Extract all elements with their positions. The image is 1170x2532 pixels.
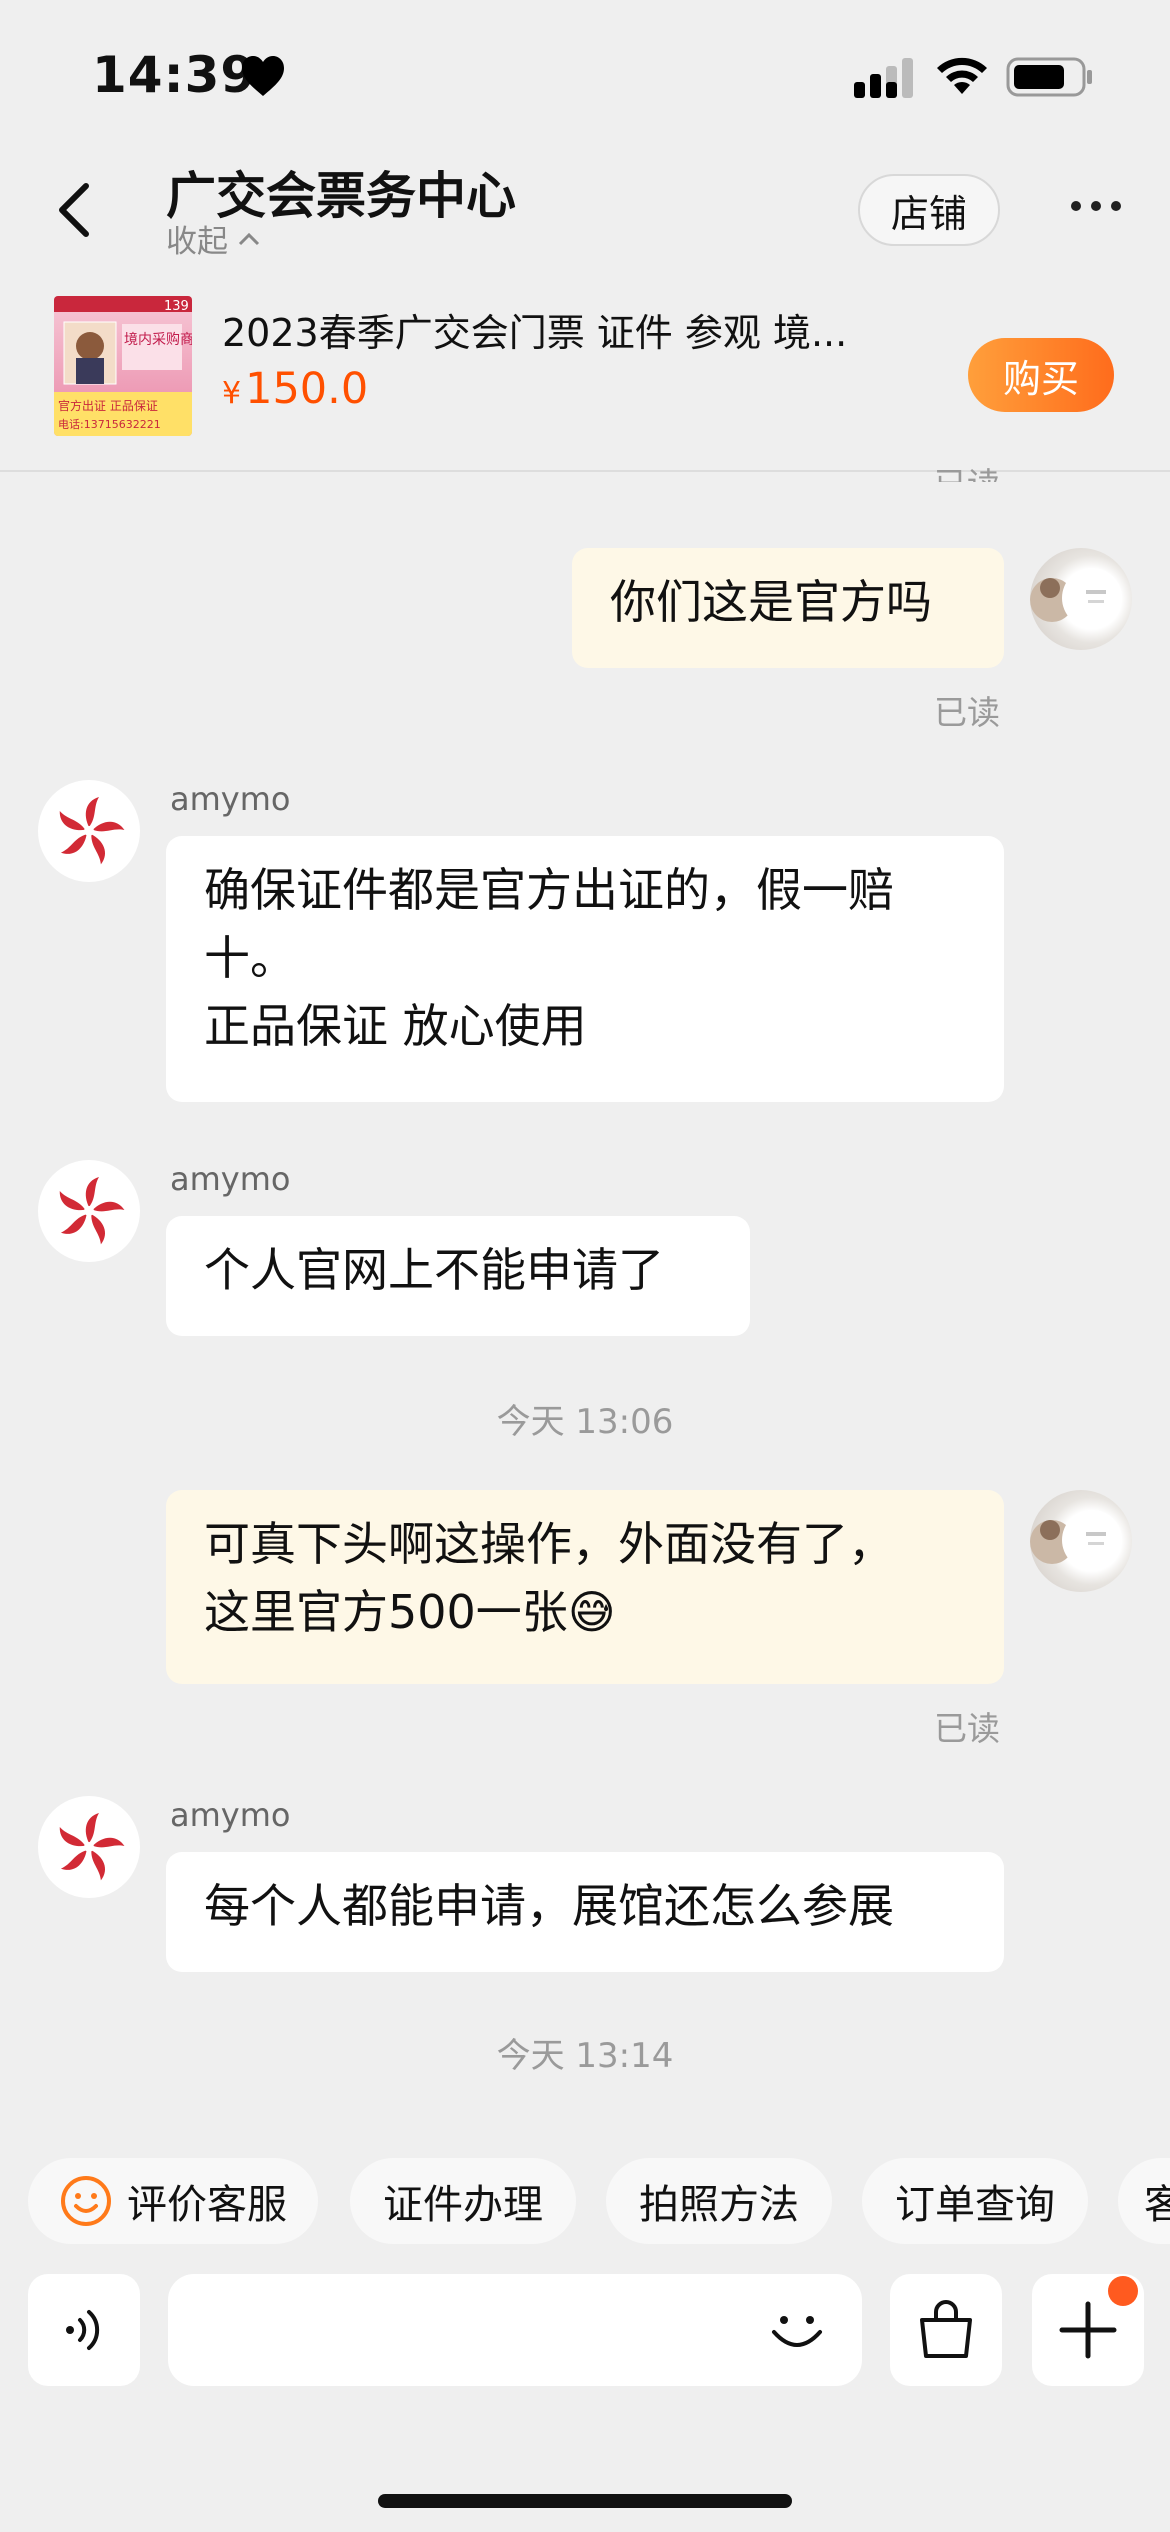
smiley-icon xyxy=(61,2176,111,2226)
message-line: 十。 xyxy=(204,931,296,985)
quick-reply-rate-service[interactable]: 评价客服 xyxy=(28,2158,318,2244)
product-image: 139 境内采购商 官方出证 正品保证 电话:13715632221 xyxy=(54,296,192,436)
read-status: 已读 xyxy=(934,1709,1000,1748)
sender-name: amymo xyxy=(170,1160,291,1198)
seller-avatar[interactable] xyxy=(38,780,140,882)
seller-message-bubble[interactable]: 个人官网上不能申请了 xyxy=(166,1216,750,1336)
user-avatar-image xyxy=(1030,1510,1122,1570)
store-button[interactable]: 店铺 xyxy=(858,174,1000,246)
sender-name: amymo xyxy=(170,780,291,818)
message-line: 确保证件都是官方出证的，假一赔 xyxy=(204,863,894,917)
user-avatar-image xyxy=(1030,568,1122,628)
status-time: 14:39 xyxy=(92,46,257,104)
quick-reply-clipped[interactable]: 客 xyxy=(1118,2158,1170,2244)
user-avatar[interactable] xyxy=(1030,1490,1132,1592)
home-indicator[interactable] xyxy=(378,2494,792,2508)
chat-header: 广交会票务中心 收起 店铺 xyxy=(0,150,1170,290)
wifi-icon xyxy=(937,57,987,94)
canton-fair-logo-icon xyxy=(59,1177,125,1245)
currency-symbol: ¥ xyxy=(222,376,242,411)
back-arrow-icon[interactable] xyxy=(50,180,100,240)
emoji-icon[interactable] xyxy=(764,2296,830,2362)
quick-reply-photo-method[interactable]: 拍照方法 xyxy=(606,2158,832,2244)
chevron-up-icon xyxy=(238,232,260,245)
buy-button[interactable]: 购买 xyxy=(968,338,1114,412)
message-line: 正品保证 放心使用 xyxy=(204,999,587,1053)
notification-dot xyxy=(1108,2276,1138,2306)
quick-reply-certificate[interactable]: 证件办理 xyxy=(350,2158,576,2244)
thumb-line1: 官方出证 正品保证 xyxy=(58,398,158,413)
message-input[interactable] xyxy=(168,2274,862,2386)
my-message-bubble[interactable]: 你们这是官方吗 xyxy=(572,548,1004,668)
seller-message-bubble[interactable]: 每个人都能申请，展馆还怎么参展 xyxy=(166,1852,1004,1972)
seller-avatar[interactable] xyxy=(38,1160,140,1262)
more-options-icon[interactable] xyxy=(1068,194,1124,218)
shopping-bag-icon xyxy=(920,2300,972,2358)
canton-fair-logo-icon xyxy=(59,1813,125,1881)
message-line: 可真下头啊这操作，外面没有了， xyxy=(204,1517,894,1571)
cellular-signal-icon xyxy=(854,58,913,98)
plus-icon xyxy=(1059,2301,1117,2359)
sender-name: amymo xyxy=(170,1796,291,1834)
product-card[interactable]: 139 境内采购商 官方出证 正品保证 电话:13715632221 2023春… xyxy=(0,290,1170,472)
seller-avatar[interactable] xyxy=(38,1796,140,1898)
quick-reply-order-query[interactable]: 订单查询 xyxy=(862,2158,1088,2244)
quick-reply-label: 评价客服 xyxy=(127,2182,287,2228)
status-bar: 14:39 xyxy=(0,0,1170,150)
collapse-label: 收起 xyxy=(166,224,228,260)
seller-message-bubble[interactable]: 确保证件都是官方出证的，假一赔 十。 正品保证 放心使用 xyxy=(166,836,1004,1102)
product-picker-button[interactable] xyxy=(890,2274,1002,2386)
voice-icon xyxy=(66,2310,100,2350)
chat-timestamp: 今天 13:14 xyxy=(496,2036,674,2076)
price-value: 150.0 xyxy=(245,364,369,414)
chat-timestamp: 今天 13:06 xyxy=(496,1402,674,1442)
product-price: ¥150.0 xyxy=(222,364,368,414)
message-line: 这里官方500一张😅 xyxy=(204,1585,616,1639)
thumb-number: 139 xyxy=(164,299,189,314)
user-avatar[interactable] xyxy=(1030,548,1132,650)
my-message-bubble[interactable]: 可真下头啊这操作，外面没有了， 这里官方500一张😅 xyxy=(166,1490,1004,1684)
product-thumbnail[interactable]: 139 境内采购商 官方出证 正品保证 电话:13715632221 xyxy=(54,296,192,436)
voice-button[interactable] xyxy=(28,2274,140,2386)
thumb-badge: 境内采购商 xyxy=(124,332,192,348)
read-status-clipped: 已读 xyxy=(934,458,1000,482)
canton-fair-logo-icon xyxy=(59,797,125,865)
product-name[interactable]: 2023春季广交会门票 证件 参观 境... xyxy=(222,302,942,357)
battery-icon xyxy=(1006,57,1092,97)
heart-icon xyxy=(242,56,284,96)
thumb-line2: 电话:13715632221 xyxy=(58,418,161,431)
read-status: 已读 xyxy=(934,693,1000,732)
collapse-toggle[interactable]: 收起 xyxy=(166,216,262,261)
